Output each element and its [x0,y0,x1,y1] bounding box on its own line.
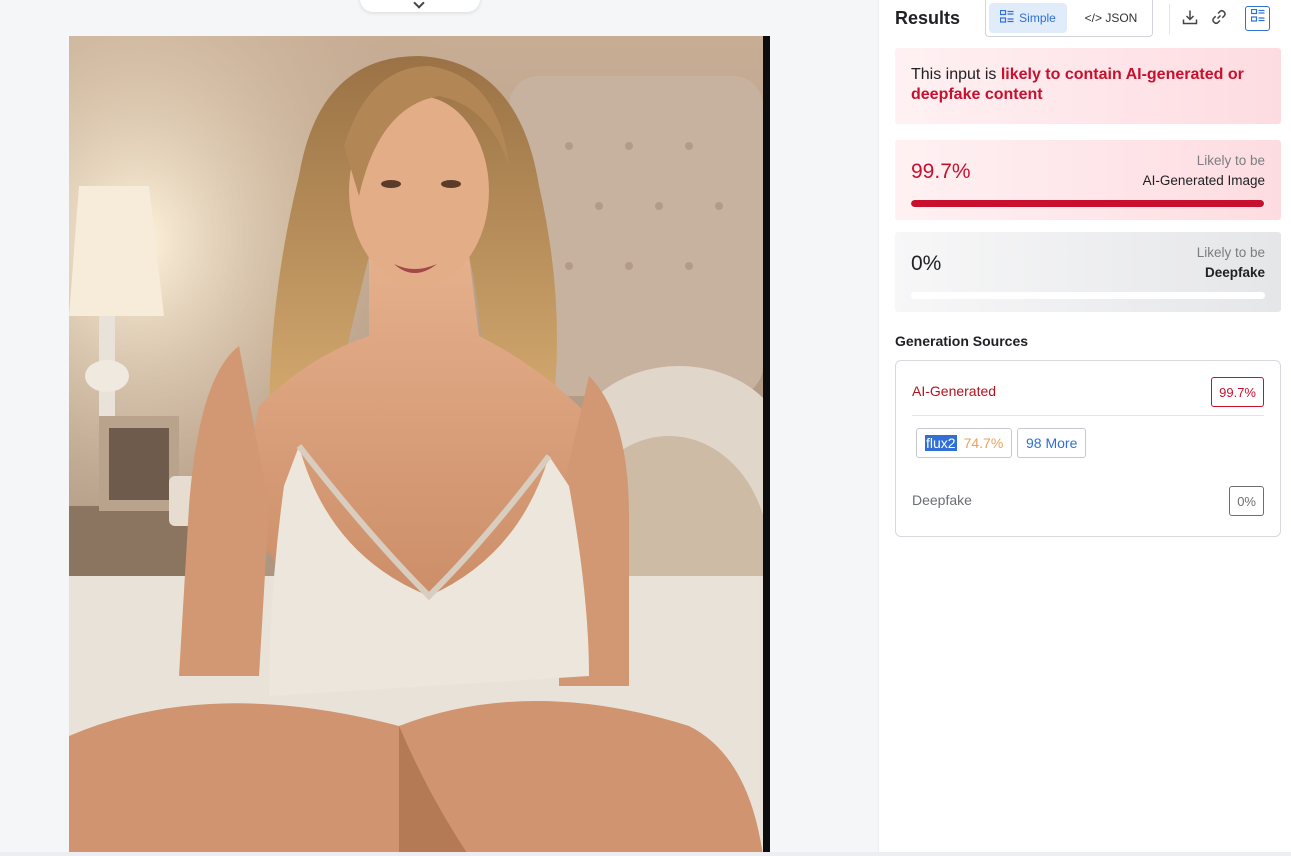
ai-generated-source-badge: 99.7% [1211,377,1264,407]
layout-toggle-button[interactable] [1245,6,1270,31]
generation-sources-box: AI-Generated 99.7% flux2 74.7% 98 More D… [895,360,1281,537]
link-icon [1211,9,1227,30]
deepfake-score-bar [911,292,1265,299]
copy-link-button[interactable] [1206,6,1232,32]
bottom-border [0,852,1291,856]
preview-collapse-toggle[interactable] [360,0,480,12]
verdict-banner: This input is likely to contain AI-gener… [895,48,1281,124]
generation-sources-title: Generation Sources [895,333,1029,349]
results-title: Results [895,8,961,28]
more-models-button[interactable]: 98 More [1017,428,1087,458]
model-chip-value: 74.7% [963,435,1004,451]
list-layout-icon [1000,9,1014,27]
ai-score-bar-fill [911,200,1264,207]
deepfake-score-label-bottom: Deepfake [1204,265,1265,280]
ai-score-label-bottom: AI-Generated Image [1142,173,1265,188]
verdict-prefix: This input is [911,66,1001,83]
analyzed-image [69,36,770,856]
view-toggle: Simple </> JSON [985,0,1153,37]
deepfake-score-percent: 0% [911,252,942,275]
layout-panel-icon [1250,8,1265,28]
sources-divider [912,415,1264,416]
deepfake-score-label-top: Likely to be [1196,245,1265,260]
model-chip-name: flux2 [925,435,957,451]
image-preview-area [0,0,878,856]
deepfake-source-badge: 0% [1229,486,1264,516]
ai-generated-source-label: AI-Generated [912,383,997,399]
download-button[interactable] [1177,6,1203,32]
results-panel: Results Simple </> JSON This input is li… [879,0,1291,856]
json-view-button[interactable]: </> JSON [1072,3,1150,33]
model-chip-flux2[interactable]: flux2 74.7% [916,428,1013,458]
ai-score-percent: 99.7% [911,160,971,183]
download-icon [1182,9,1198,30]
toolbar-separator [1169,4,1170,34]
simple-view-label: Simple [1019,11,1056,25]
deepfake-source-label: Deepfake [912,492,972,508]
json-view-label: </> JSON [1084,11,1138,25]
ai-score-bar [911,200,1265,207]
simple-view-button[interactable]: Simple [989,3,1067,33]
deepfake-score-card: 0% Likely to be Deepfake [895,232,1281,312]
ai-generated-score-card: 99.7% Likely to be AI-Generated Image [895,140,1281,220]
ai-score-label-top: Likely to be [1196,153,1265,168]
chevron-down-icon [413,0,425,9]
